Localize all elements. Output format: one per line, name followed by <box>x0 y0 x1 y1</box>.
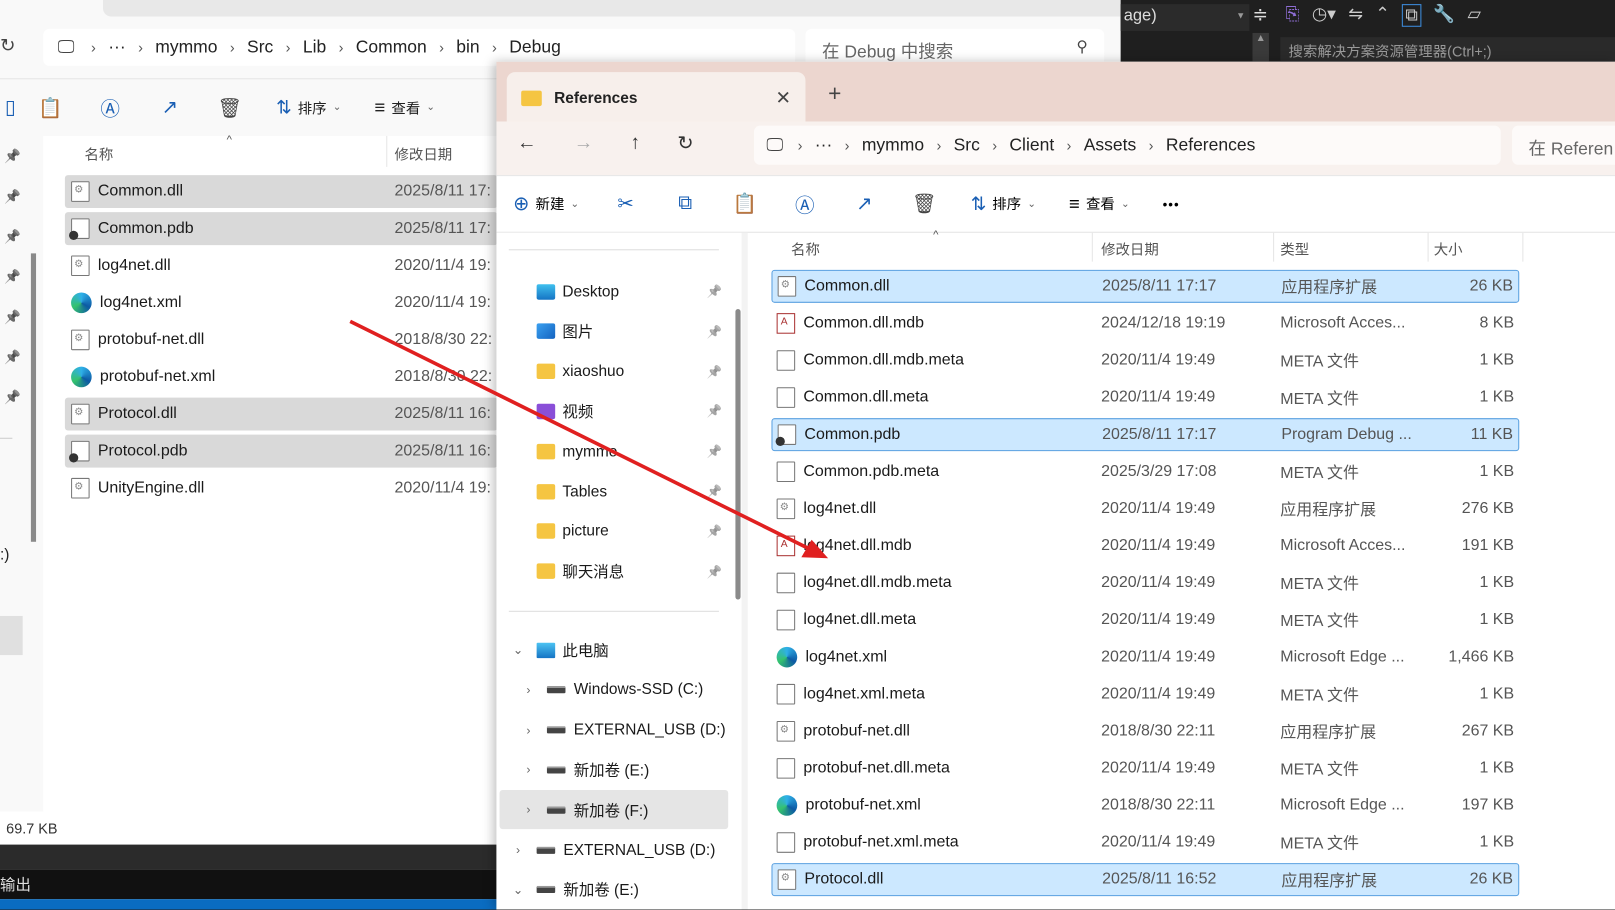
arrow-head <box>801 539 829 559</box>
red-arrow-annotation <box>349 319 829 559</box>
arrow-line <box>349 319 815 553</box>
